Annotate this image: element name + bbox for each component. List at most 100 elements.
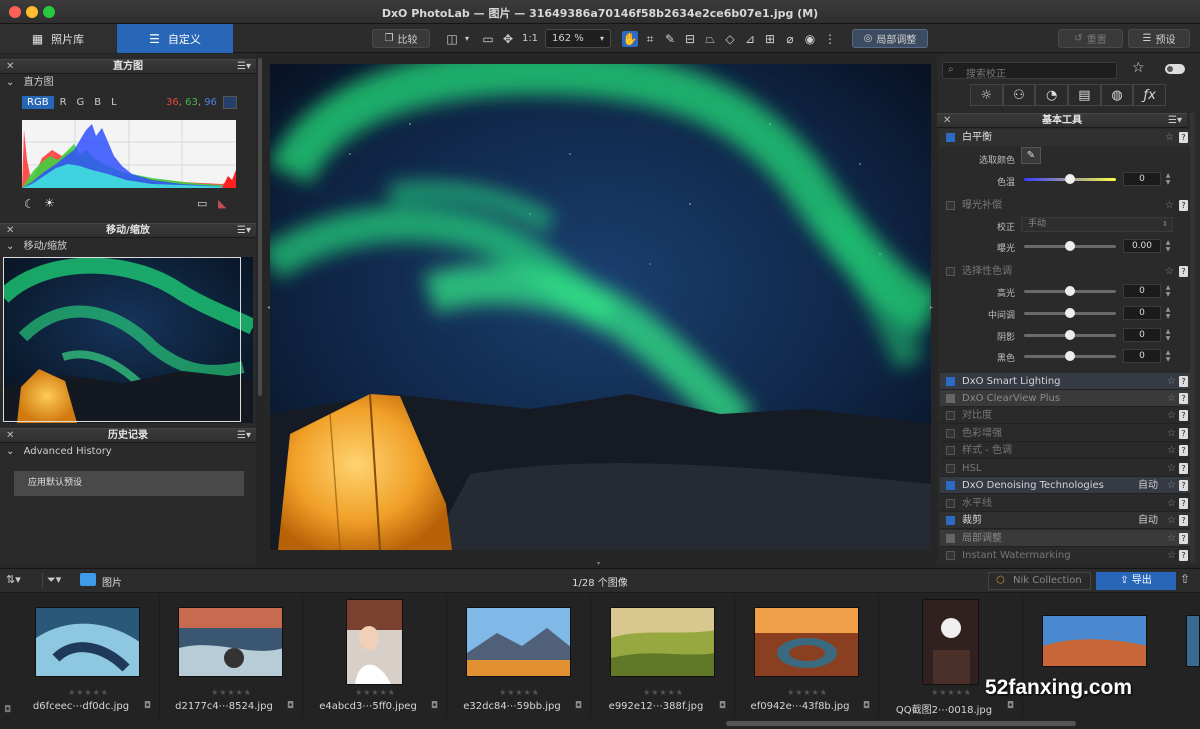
star-icon[interactable]: ☆: [1165, 197, 1174, 214]
midtones-slider[interactable]: [1024, 308, 1116, 318]
temperature-stepper[interactable]: ▲ ▼: [1164, 172, 1172, 186]
star-icon[interactable]: ☆: [1167, 425, 1176, 442]
tool-row[interactable]: Instant Watermarking ☆?: [940, 547, 1190, 564]
star-icon[interactable]: ☆: [1167, 512, 1176, 529]
geometry-palette-icon[interactable]: ▤: [1068, 84, 1101, 106]
exposure-checkbox[interactable]: [946, 201, 955, 210]
tool-checkbox[interactable]: [946, 534, 955, 543]
tool-checkbox[interactable]: [946, 377, 955, 386]
preset-button[interactable]: ☰ 预设: [1128, 29, 1190, 48]
tool-row[interactable]: 水平线 ☆?: [940, 495, 1190, 512]
help-icon[interactable]: ?: [1179, 445, 1188, 456]
channel-l[interactable]: L: [107, 96, 121, 109]
tool-row[interactable]: 样式 - 色调 ☆?: [940, 442, 1190, 459]
highlights-knob[interactable]: [1065, 286, 1075, 296]
thumbnail-item[interactable]: ★★★★★ e32dc84⋯59bb.jpg ◘: [448, 595, 591, 717]
selective-tone-row[interactable]: 选择性色调 ☆ ?: [940, 263, 1190, 280]
main-image-viewer[interactable]: [270, 64, 931, 550]
rectangle-perspective-icon[interactable]: ⊿: [742, 31, 758, 47]
color-palette-icon[interactable]: ⚇: [1002, 84, 1036, 106]
repair-icon[interactable]: ⌀: [782, 31, 798, 47]
white-balance-checkbox[interactable]: [946, 133, 955, 142]
history-section[interactable]: ⌄ Advanced History: [0, 445, 256, 459]
highlights-value[interactable]: 0: [1123, 284, 1161, 298]
help-icon[interactable]: ?: [1179, 132, 1188, 143]
selective-tone-checkbox[interactable]: [946, 267, 955, 276]
shadows-stepper[interactable]: ▲ ▼: [1164, 328, 1172, 342]
left-panel-scrollbar[interactable]: [258, 58, 262, 396]
exposure-slider[interactable]: [1024, 241, 1116, 251]
ratio-button[interactable]: 1:1: [518, 31, 542, 47]
zoom-select[interactable]: 162 % ▾: [545, 29, 611, 48]
midtones-knob[interactable]: [1065, 308, 1075, 318]
tab-customize[interactable]: ☰ 自定义: [117, 24, 233, 53]
tool-checkbox[interactable]: [946, 481, 955, 490]
tool-checkbox[interactable]: [946, 499, 955, 508]
sun-icon[interactable]: ☀: [44, 196, 55, 210]
filmstrip-scrollbar[interactable]: [726, 721, 1076, 726]
rating-stars[interactable]: ★★★★★: [448, 688, 591, 697]
help-icon[interactable]: ?: [1179, 498, 1188, 509]
star-icon[interactable]: ☆: [1167, 407, 1176, 424]
shadows-value[interactable]: 0: [1123, 328, 1161, 342]
split-view-icon[interactable]: ◫: [444, 31, 460, 47]
blacks-stepper[interactable]: ▲ ▼: [1164, 349, 1172, 363]
compare-button[interactable]: ❐ 比较: [372, 29, 430, 48]
temperature-slider[interactable]: [1024, 174, 1116, 184]
tool-checkbox[interactable]: [946, 464, 955, 473]
channel-rgb[interactable]: RGB: [22, 96, 54, 109]
exposure-value[interactable]: 0.00: [1123, 239, 1161, 253]
help-icon[interactable]: ?: [1179, 410, 1188, 421]
white-balance-row[interactable]: 白平衡 ☆ ?: [940, 129, 1190, 146]
shadows-knob[interactable]: [1065, 330, 1075, 340]
blacks-value[interactable]: 0: [1123, 349, 1161, 363]
help-icon[interactable]: ?: [1179, 428, 1188, 439]
histogram-section[interactable]: ⌄ 直方图: [0, 76, 256, 90]
help-icon[interactable]: ?: [1179, 266, 1188, 277]
help-icon[interactable]: ?: [1179, 200, 1188, 211]
thumbnail-item[interactable]: ★★★★★ ef0942e⋯43f8b.jpg ◘: [736, 595, 879, 717]
blacks-slider[interactable]: [1024, 351, 1116, 361]
tool-row[interactable]: DxO Denoising Technologies 自动 ☆?: [940, 477, 1190, 494]
eyedropper-icon[interactable]: ✎: [662, 31, 678, 47]
star-icon[interactable]: ☆: [1167, 495, 1176, 512]
correction-select[interactable]: 手动 ⇕: [1021, 217, 1173, 232]
rating-stars[interactable]: ★★★★★: [17, 688, 160, 697]
thumbnail-item[interactable]: ★★★★★ e992e12⋯388f.jpg ◘: [592, 595, 735, 717]
toggle-switch[interactable]: [1165, 64, 1185, 74]
grid-tool-icon[interactable]: ⊞: [762, 31, 778, 47]
gamut-warning-icon[interactable]: ◣: [218, 197, 226, 210]
menu-icon[interactable]: ☰▾: [1168, 114, 1182, 127]
close-icon[interactable]: ✕: [6, 429, 14, 442]
folder-name[interactable]: 图片: [102, 574, 122, 589]
tab-library[interactable]: ▦ 照片库: [0, 24, 116, 53]
crop-icon[interactable]: ⌗: [642, 31, 658, 47]
local-adjustments-button[interactable]: ◎ 局部调整: [852, 29, 928, 48]
export-button[interactable]: ⇪ 导出: [1096, 572, 1176, 590]
collapse-right-handle[interactable]: ▸: [930, 304, 933, 311]
collapse-left-handle[interactable]: ◂: [267, 304, 270, 311]
local-palette-icon[interactable]: ◍: [1100, 84, 1134, 106]
tool-checkbox[interactable]: [946, 446, 955, 455]
thumbnail-item[interactable]: ★★★★★ e4abcd3⋯5ff0.jpeg ◘: [304, 595, 447, 717]
tool-row[interactable]: DxO ClearView Plus ☆?: [940, 390, 1190, 407]
channel-b[interactable]: B: [90, 96, 105, 109]
eye-icon[interactable]: ◉: [802, 31, 818, 47]
highlights-stepper[interactable]: ▲ ▼: [1164, 284, 1172, 298]
right-panel-scrollbar[interactable]: [1190, 113, 1195, 563]
star-icon[interactable]: ☆: [1167, 477, 1176, 494]
temperature-value[interactable]: 0: [1123, 172, 1161, 186]
tool-row[interactable]: 裁剪 自动 ☆?: [940, 512, 1190, 529]
exposure-stepper[interactable]: ▲ ▼: [1164, 239, 1172, 253]
tool-checkbox[interactable]: [946, 551, 955, 560]
search-corrections[interactable]: ⌕ 搜索校正: [942, 62, 1117, 80]
channel-g[interactable]: G: [73, 96, 89, 109]
thumbnail-item[interactable]: ★★★★★ d2177c4⋯8524.jpg ◘: [160, 595, 303, 717]
history-item[interactable]: 应用默认预设: [14, 471, 244, 496]
tool-checkbox[interactable]: [946, 394, 955, 403]
navigator-thumbnail[interactable]: [3, 257, 253, 423]
tool-checkbox[interactable]: [946, 429, 955, 438]
star-icon[interactable]: ☆: [1165, 129, 1174, 146]
hand-tool-icon[interactable]: ✋: [622, 31, 638, 47]
perspective-icon[interactable]: ⏢: [702, 31, 718, 47]
